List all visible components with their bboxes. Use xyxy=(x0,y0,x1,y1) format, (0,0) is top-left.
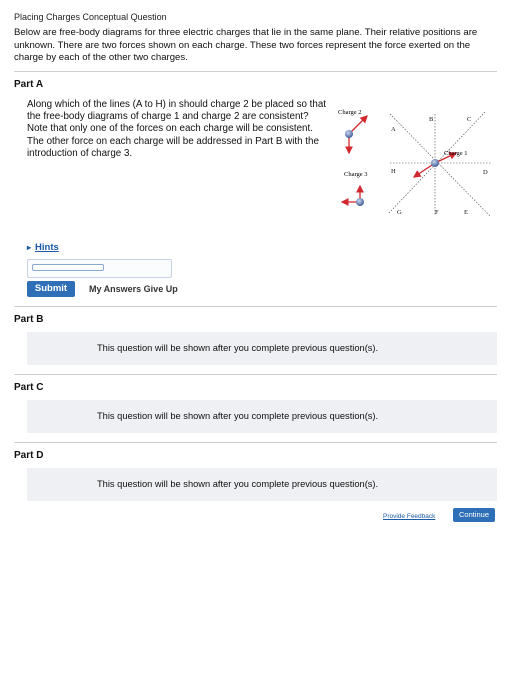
divider xyxy=(14,442,497,443)
continue-button[interactable]: Continue xyxy=(453,508,495,522)
part-b-locked-message: This question will be shown after you co… xyxy=(27,332,497,365)
charge-1-label: Charge 1 xyxy=(444,150,468,157)
part-a-question: Along which of the lines (A to H) in sho… xyxy=(27,99,326,159)
line-label-a: A xyxy=(391,126,396,133)
divider xyxy=(14,374,497,375)
line-label-e: E xyxy=(464,209,468,216)
part-c-locked-message: This question will be shown after you co… xyxy=(27,400,497,433)
part-c-label: Part C xyxy=(14,382,44,393)
charge-1 xyxy=(431,159,439,167)
provide-feedback-link[interactable]: Provide Feedback xyxy=(383,513,435,520)
line-label-f: F xyxy=(435,209,439,216)
line-label-h: H xyxy=(391,168,396,175)
charge-3-label: Charge 3 xyxy=(344,171,368,178)
divider xyxy=(14,306,497,307)
hints-bullet-icon: ▸ xyxy=(27,243,32,252)
problem-intro: Below are free-body diagrams for three e… xyxy=(14,27,478,63)
charge-2 xyxy=(345,130,353,138)
line-label-b: B xyxy=(429,116,434,123)
line-a xyxy=(389,113,491,217)
answer-field[interactable] xyxy=(27,259,172,278)
line-label-d: D xyxy=(483,169,488,176)
part-a-label: Part A xyxy=(14,79,44,90)
free-body-diagram: Charge 2 Charge 3 Charge 1 A B C D E F G… xyxy=(338,109,492,217)
charge-3 xyxy=(356,198,364,206)
line-label-g: G xyxy=(397,209,402,216)
page-title: Placing Charges Conceptual Question xyxy=(14,12,167,22)
charge-2-label: Charge 2 xyxy=(338,109,362,116)
line-label-c: C xyxy=(467,116,471,123)
part-b-label: Part B xyxy=(14,314,44,325)
submit-button[interactable]: Submit xyxy=(27,281,75,297)
divider xyxy=(14,71,497,72)
answer-dropdown[interactable] xyxy=(32,264,104,271)
my-answers-give-up[interactable]: My Answers Give Up xyxy=(89,284,178,294)
part-d-label: Part D xyxy=(14,450,44,461)
part-d-locked-message: This question will be shown after you co… xyxy=(27,468,497,501)
hints-link[interactable]: ▸ Hints xyxy=(27,242,59,253)
